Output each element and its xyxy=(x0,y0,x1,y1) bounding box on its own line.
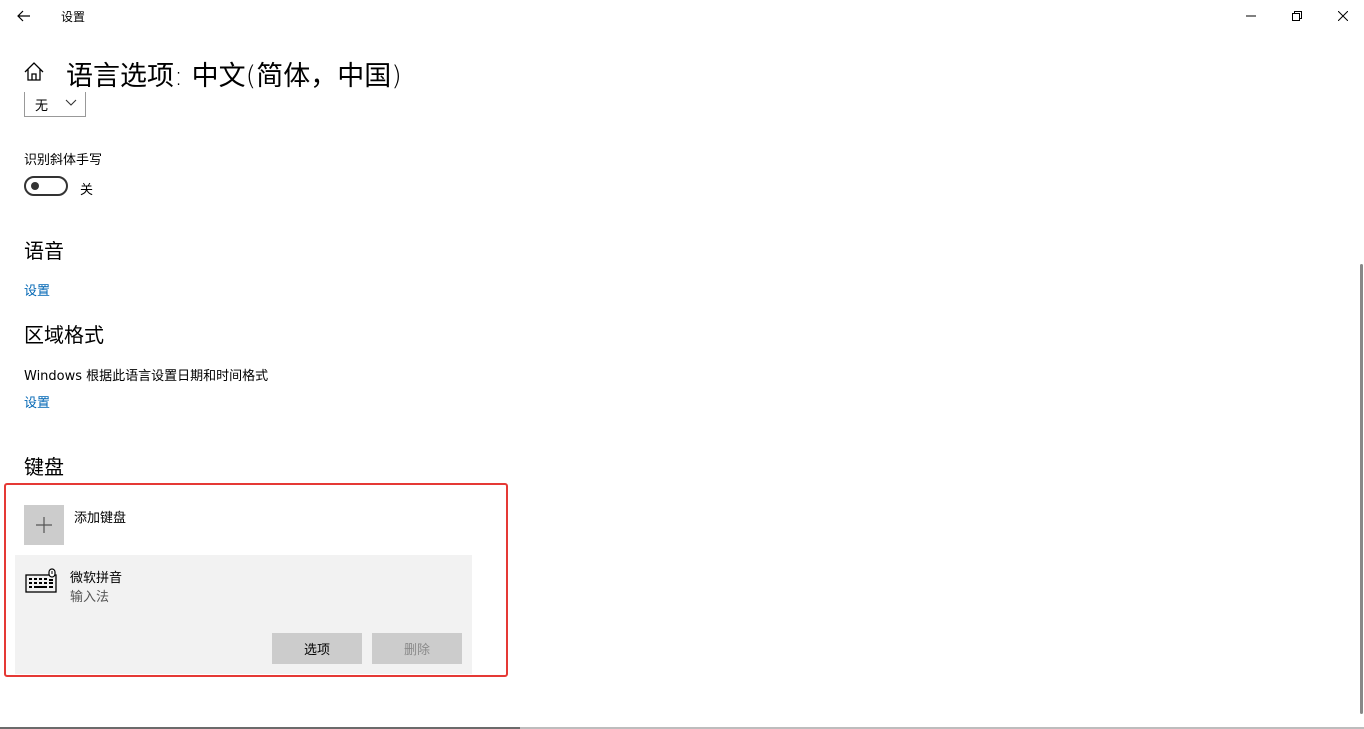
keyboard-section-title: 键盘 xyxy=(24,455,64,479)
minimize-button[interactable] xyxy=(1228,0,1274,32)
restore-button[interactable] xyxy=(1274,0,1320,32)
home-button[interactable] xyxy=(23,61,45,83)
plus-icon xyxy=(36,517,52,533)
handwriting-dropdown[interactable]: 无 xyxy=(24,92,86,117)
italic-handwriting-label: 识别斜体手写 xyxy=(24,153,103,168)
add-keyboard-button[interactable]: 添加键盘 xyxy=(24,505,384,545)
title-bar: 设置 xyxy=(0,0,1364,32)
restore-icon xyxy=(1292,11,1302,21)
vertical-scrollbar[interactable] xyxy=(1360,264,1363,714)
back-button[interactable] xyxy=(8,0,40,32)
region-settings-link[interactable]: 设置 xyxy=(24,392,50,411)
page-title: 语言选项: 中文(简体，中国) xyxy=(66,61,402,92)
toggle-state-label: 关 xyxy=(80,183,94,198)
speech-settings-link[interactable]: 设置 xyxy=(24,280,50,299)
keyboard-name: 微软拼音 xyxy=(70,571,123,586)
minimize-icon xyxy=(1246,15,1256,17)
home-icon xyxy=(24,62,44,81)
close-button[interactable] xyxy=(1320,0,1364,32)
keyboard-remove-button: 删除 xyxy=(372,633,462,664)
close-icon xyxy=(1338,11,1348,21)
toggle-knob xyxy=(31,182,39,190)
settings-window: 设置 语言选项: 中文(简体，中国) 无 识别斜体手写 关 语音 设置 区域格式… xyxy=(0,0,1364,729)
add-keyboard-label: 添加键盘 xyxy=(74,511,127,526)
dropdown-value: 无 xyxy=(35,98,49,114)
chevron-down-icon xyxy=(65,99,77,106)
plus-box xyxy=(24,505,64,545)
italic-handwriting-toggle[interactable] xyxy=(24,176,68,196)
keyboard-icon xyxy=(25,568,57,593)
speech-section-title: 语音 xyxy=(24,239,64,263)
keyboard-options-button[interactable]: 选项 xyxy=(272,633,362,664)
region-description: Windows 根据此语言设置日期和时间格式 xyxy=(24,369,269,384)
keyboard-item[interactable]: 微软拼音 输入法 选项 删除 xyxy=(15,555,472,674)
back-arrow-icon xyxy=(17,10,30,22)
app-title: 设置 xyxy=(61,10,86,24)
keyboard-subtitle: 输入法 xyxy=(70,590,110,605)
region-section-title: 区域格式 xyxy=(24,323,104,347)
